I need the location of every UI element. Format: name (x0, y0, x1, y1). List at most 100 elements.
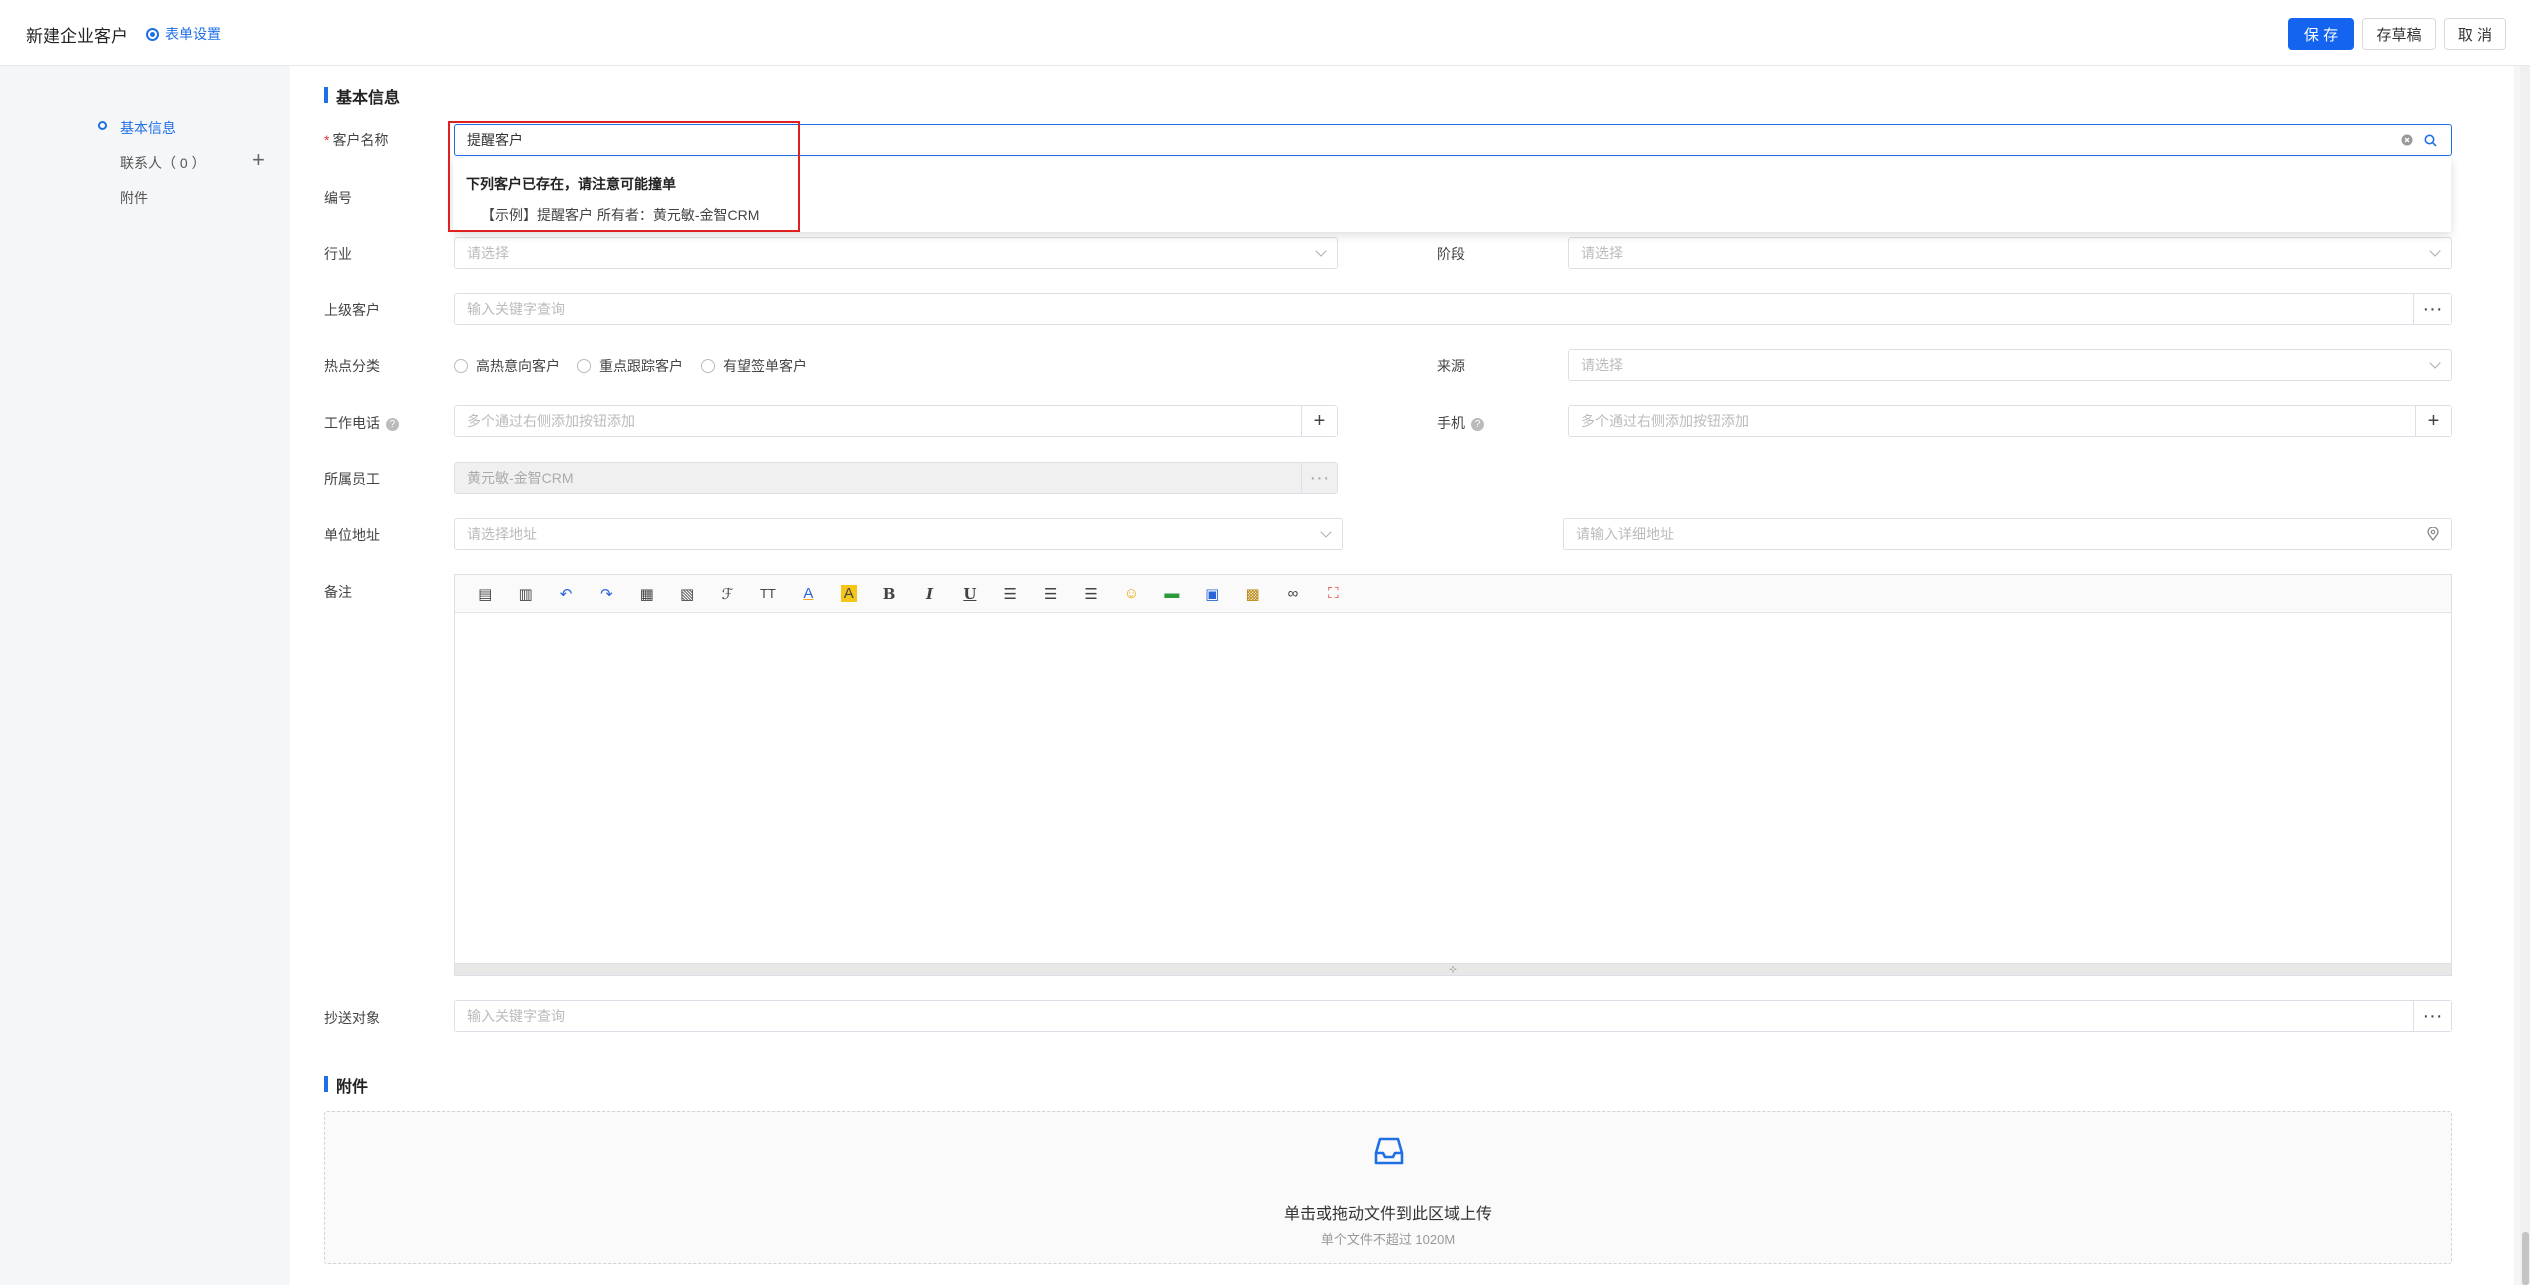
save-draft-button[interactable]: 存草稿 (2362, 18, 2436, 50)
upload-text: 单击或拖动文件到此区域上传 (1283, 1206, 1492, 1223)
cc-input[interactable]: 输入关键字查询 ··· (454, 1000, 2452, 1032)
industry-select[interactable]: 请选择 (454, 237, 1338, 269)
chevron-down-icon (1320, 526, 1332, 538)
editor-toolbar: ▤ ▥ ↶ ↷ ▦ ▧ ℱ TT A A B I U ☰ ☰ ☰ ☺ ▬ ▣ ▩… (455, 575, 2451, 613)
address-select[interactable]: 请选择地址 (454, 518, 1343, 550)
chevron-down-icon (1315, 245, 1327, 257)
industry-label: 行业 (324, 246, 352, 262)
clear-icon[interactable] (2401, 134, 2413, 146)
parent-customer-placeholder: 输入关键字查询 (467, 301, 565, 317)
align-left-icon[interactable]: ☰ (990, 580, 1030, 608)
location-pin-icon[interactable] (2427, 527, 2439, 541)
radio-likely-deal[interactable]: 有望签单客户 (701, 356, 807, 376)
mobile-input[interactable]: 多个通过右侧添加按钮添加 + (1568, 405, 2452, 437)
stage-select[interactable]: 请选择 (1568, 237, 2452, 269)
radio-high-intent[interactable]: 高热意向客户 (454, 356, 560, 376)
required-mark: * (324, 132, 330, 148)
more-icon[interactable]: ··· (2413, 1001, 2451, 1031)
link-icon[interactable]: ∞ (1273, 580, 1313, 608)
work-phone-placeholder: 多个通过右侧添加按钮添加 (467, 413, 635, 429)
upload-dropzone[interactable]: 单击或拖动文件到此区域上传 单个文件不超过 1020M (324, 1111, 2452, 1264)
inbox-icon (1374, 1137, 1404, 1165)
active-dot-icon (98, 121, 107, 130)
chevron-down-icon (2429, 357, 2441, 369)
scrollbar[interactable] (2520, 66, 2530, 1285)
customer-name-label: * 客户名称 (324, 132, 389, 148)
nav-item-basic-info[interactable]: 基本信息 (120, 118, 176, 138)
rich-text-editor[interactable]: ▤ ▥ ↶ ↷ ▦ ▧ ℱ TT A A B I U ☰ ☰ ☰ ☺ ▬ ▣ ▩… (454, 574, 2452, 976)
work-phone-input[interactable]: 多个通过右侧添加按钮添加 + (454, 405, 1338, 437)
paste-text-icon[interactable]: ▧ (667, 580, 707, 608)
stage-placeholder: 请选择 (1581, 245, 1623, 261)
editor-body[interactable] (455, 613, 2451, 963)
table-icon[interactable]: ▣ (1192, 580, 1232, 608)
parent-customer-input[interactable]: 输入关键字查询 ··· (454, 293, 2452, 325)
nav-item-attachments[interactable]: 附件 (120, 188, 148, 208)
mobile-placeholder: 多个通过右侧添加按钮添加 (1581, 413, 1749, 429)
source-placeholder: 请选择 (1581, 357, 1623, 373)
owner-input: 黄元敏-金智CRM ··· (454, 462, 1338, 494)
underline-icon[interactable]: U (950, 580, 990, 608)
add-contact-plus-icon[interactable]: + (252, 149, 265, 171)
save-button[interactable]: 保 存 (2288, 18, 2354, 50)
cancel-button[interactable]: 取 消 (2444, 18, 2506, 50)
page-title: 新建企业客户 (26, 27, 128, 46)
cc-label: 抄送对象 (324, 1010, 380, 1026)
source-label: 来源 (1437, 358, 1465, 374)
address-label: 单位地址 (324, 527, 380, 543)
mobile-label: 手机? (1437, 413, 1484, 433)
italic-icon[interactable]: I (909, 580, 949, 608)
chevron-down-icon (2429, 245, 2441, 257)
stage-label: 阶段 (1437, 246, 1465, 262)
emoji-icon[interactable]: ☺ (1111, 580, 1151, 608)
page-header: 新建企业客户 表单设置 保 存 存草稿 取 消 (0, 0, 2530, 66)
align-center-icon[interactable]: ☰ (1030, 580, 1070, 608)
redo-icon[interactable]: ↷ (586, 580, 626, 608)
search-icon[interactable] (2424, 134, 2437, 147)
parent-customer-label: 上级客户 (324, 302, 380, 318)
add-phone-plus-icon[interactable]: + (1301, 406, 1337, 436)
nav-item-contacts[interactable]: 联系人（ 0 ） (120, 153, 206, 173)
insert-line-icon[interactable]: ▬ (1152, 580, 1192, 608)
source-select[interactable]: 请选择 (1568, 349, 2452, 381)
help-icon[interactable]: ? (386, 418, 399, 431)
undo-icon[interactable]: ↶ (546, 580, 586, 608)
section-title-basic: 基本信息 (324, 84, 400, 108)
address-detail-input[interactable]: 请输入详细地址 (1563, 518, 2452, 550)
code-label: 编号 (324, 190, 352, 206)
remark-label: 备注 (324, 584, 352, 600)
resize-handle-icon[interactable]: ⊹ (455, 963, 2451, 975)
help-icon[interactable]: ? (1471, 418, 1484, 431)
scrollbar-thumb[interactable] (2522, 1232, 2529, 1285)
highlight-box (448, 121, 800, 232)
highlight-color-icon[interactable]: A (829, 580, 869, 608)
cc-placeholder: 输入关键字查询 (467, 1008, 565, 1024)
form-settings-label: 表单设置 (165, 26, 221, 42)
address-detail-placeholder: 请输入详细地址 (1576, 526, 1674, 542)
font-color-icon[interactable]: A (788, 580, 828, 608)
font-size-icon[interactable]: TT (748, 580, 788, 608)
address-placeholder: 请选择地址 (467, 526, 537, 542)
industry-placeholder: 请选择 (467, 245, 509, 261)
more-icon[interactable]: ··· (2413, 294, 2451, 324)
hot-category-label: 热点分类 (324, 358, 380, 374)
radio-circle (577, 359, 591, 373)
radio-key-tracking[interactable]: 重点跟踪客户 (577, 356, 683, 376)
radio-circle (454, 359, 468, 373)
paste-icon[interactable]: ▦ (627, 580, 667, 608)
owner-label: 所属员工 (324, 471, 380, 487)
gear-icon (146, 27, 159, 41)
more-icon: ··· (1301, 463, 1337, 493)
upload-hint: 单个文件不超过 1020M (1320, 1232, 1456, 1247)
bold-icon[interactable]: B (869, 580, 909, 608)
section-nav (0, 66, 290, 1285)
align-right-icon[interactable]: ☰ (1071, 580, 1111, 608)
form-settings-link[interactable]: 表单设置 (146, 24, 221, 44)
image-icon[interactable]: ▩ (1232, 580, 1272, 608)
template-icon[interactable]: ▥ (505, 580, 545, 608)
add-mobile-plus-icon[interactable]: + (2415, 406, 2451, 436)
fullscreen-icon[interactable]: ⛶ (1313, 580, 1353, 608)
radio-circle (701, 359, 715, 373)
font-family-icon[interactable]: ℱ (707, 580, 747, 608)
source-icon[interactable]: ▤ (465, 580, 505, 608)
